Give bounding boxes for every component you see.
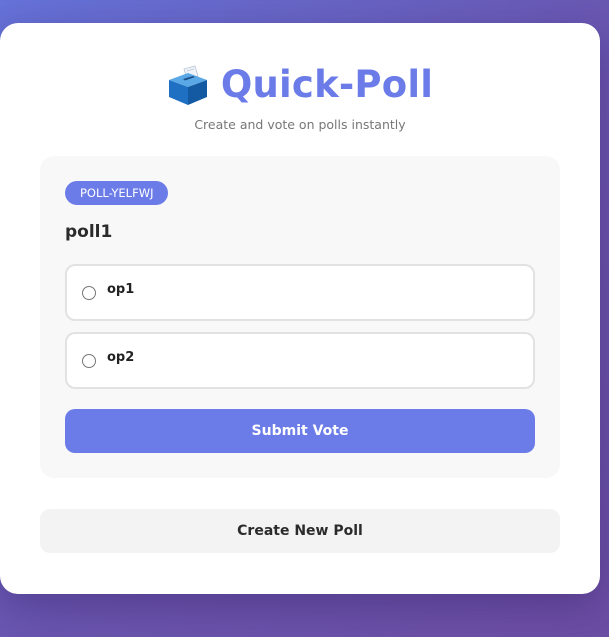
poll-id-badge: POLL-YELFWJ (65, 181, 169, 205)
option-2-radio[interactable] (82, 354, 96, 368)
submit-vote-button[interactable]: Submit Vote (65, 409, 535, 453)
create-new-poll-button[interactable]: Create New Poll (40, 509, 560, 553)
option-1-radio[interactable] (82, 286, 96, 300)
app-title: Quick-Poll (220, 63, 434, 106)
poll-option-1[interactable]: op1 (65, 264, 535, 321)
title-row: Quick-Poll (0, 63, 600, 107)
poll-question: poll1 (65, 222, 113, 242)
option-1-label: op1 (107, 282, 135, 297)
main-card: Quick-Poll Create and vote on polls inst… (0, 23, 600, 594)
app-subtitle: Create and vote on polls instantly (194, 117, 406, 132)
poll-panel: POLL-YELFWJ poll1 op1 op2 Submit Vote (40, 156, 560, 478)
ballot-box-icon (167, 64, 209, 106)
poll-option-2[interactable]: op2 (65, 332, 535, 389)
option-2-label: op2 (107, 350, 135, 365)
app-header: Quick-Poll Create and vote on polls inst… (0, 63, 600, 132)
